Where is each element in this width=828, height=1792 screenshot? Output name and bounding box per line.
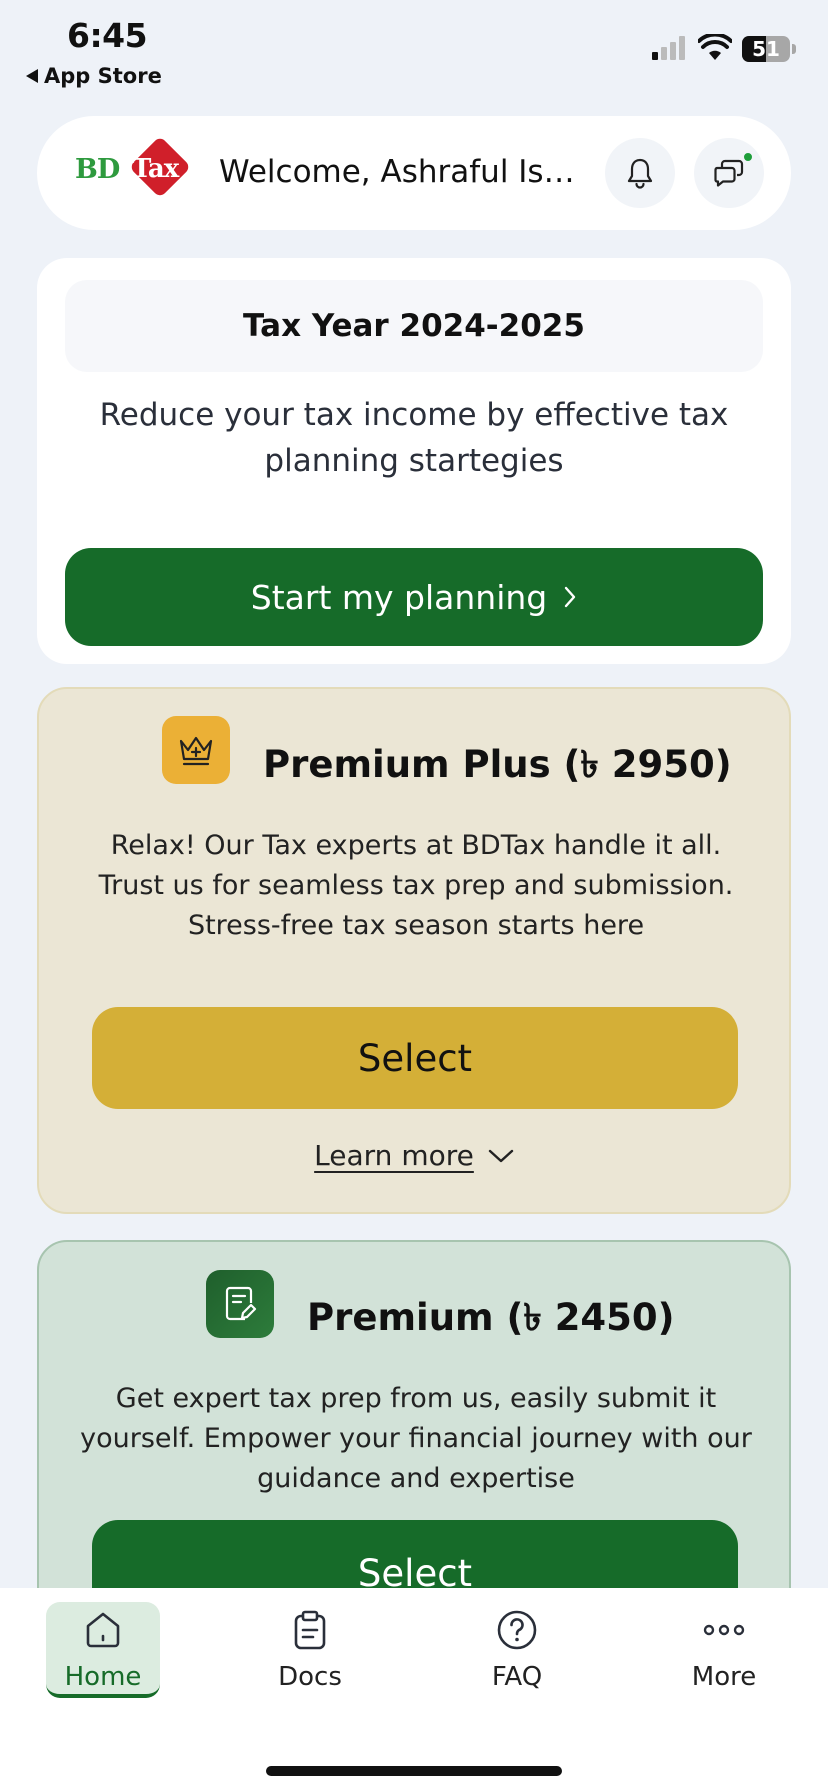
- crown-icon: [162, 716, 230, 784]
- tab-more[interactable]: More: [667, 1602, 781, 1698]
- bdtax-logo: BD Tax: [75, 135, 225, 204]
- chevron-right-icon: [565, 586, 576, 608]
- battery-icon: 51: [742, 36, 790, 62]
- document-edit-icon: [206, 1270, 274, 1338]
- status-time: 6:45: [67, 16, 148, 55]
- premium-plus-select-button[interactable]: Select: [92, 1007, 738, 1109]
- tax-year-label: Tax Year 2024-2025: [65, 280, 763, 372]
- chat-icon: [714, 159, 744, 187]
- clipboard-icon: [294, 1610, 326, 1650]
- bottom-tab-bar: Home Docs FAQ More: [0, 1588, 828, 1792]
- unread-indicator: [742, 151, 754, 163]
- chevron-down-icon: [488, 1149, 514, 1162]
- battery-level: 51: [752, 37, 780, 61]
- app-header: BD Tax Welcome, Ashraful Isl...: [37, 116, 791, 230]
- learn-more-label: Learn more: [314, 1139, 474, 1172]
- tab-home[interactable]: Home: [46, 1602, 160, 1698]
- tab-faq[interactable]: FAQ: [460, 1602, 574, 1698]
- chat-button[interactable]: [694, 138, 764, 208]
- notifications-button[interactable]: [605, 138, 675, 208]
- wifi-icon: [698, 34, 732, 60]
- learn-more-link[interactable]: Learn more: [39, 1139, 789, 1172]
- premium-plus-card: Premium Plus (৳ 2950) Relax! Our Tax exp…: [37, 687, 791, 1214]
- tab-docs[interactable]: Docs: [253, 1602, 367, 1698]
- tab-docs-label: Docs: [278, 1662, 342, 1692]
- status-bar: 6:45 App Store 51: [0, 0, 828, 96]
- welcome-text: Welcome, Ashraful Isl...: [219, 154, 579, 190]
- planning-description: Reduce your tax income by effective tax …: [99, 397, 729, 479]
- more-dots-icon: [703, 1624, 745, 1636]
- bell-icon: [627, 158, 653, 189]
- tab-more-label: More: [691, 1662, 757, 1692]
- home-icon: [86, 1612, 120, 1648]
- back-to-app-store[interactable]: App Store: [26, 64, 162, 88]
- back-app-label: App Store: [44, 64, 162, 88]
- tab-faq-label: FAQ: [491, 1662, 543, 1692]
- start-planning-label: Start my planning: [250, 577, 548, 617]
- tax-planning-card: Tax Year 2024-2025 Reduce your tax incom…: [37, 258, 791, 664]
- premium-plus-description: Relax! Our Tax experts at BDTax handle i…: [98, 830, 734, 941]
- back-arrow-icon: [26, 69, 38, 83]
- question-circle-icon: [497, 1610, 537, 1650]
- start-planning-button[interactable]: Start my planning: [65, 548, 763, 646]
- cellular-signal-icon: [652, 36, 685, 60]
- home-indicator[interactable]: [266, 1766, 562, 1776]
- premium-plus-title: Premium Plus (৳ 2950): [263, 743, 732, 786]
- tab-home-label: Home: [64, 1662, 142, 1692]
- premium-title: Premium (৳ 2450): [307, 1296, 675, 1339]
- premium-description: Get expert tax prep from us, easily subm…: [80, 1383, 752, 1494]
